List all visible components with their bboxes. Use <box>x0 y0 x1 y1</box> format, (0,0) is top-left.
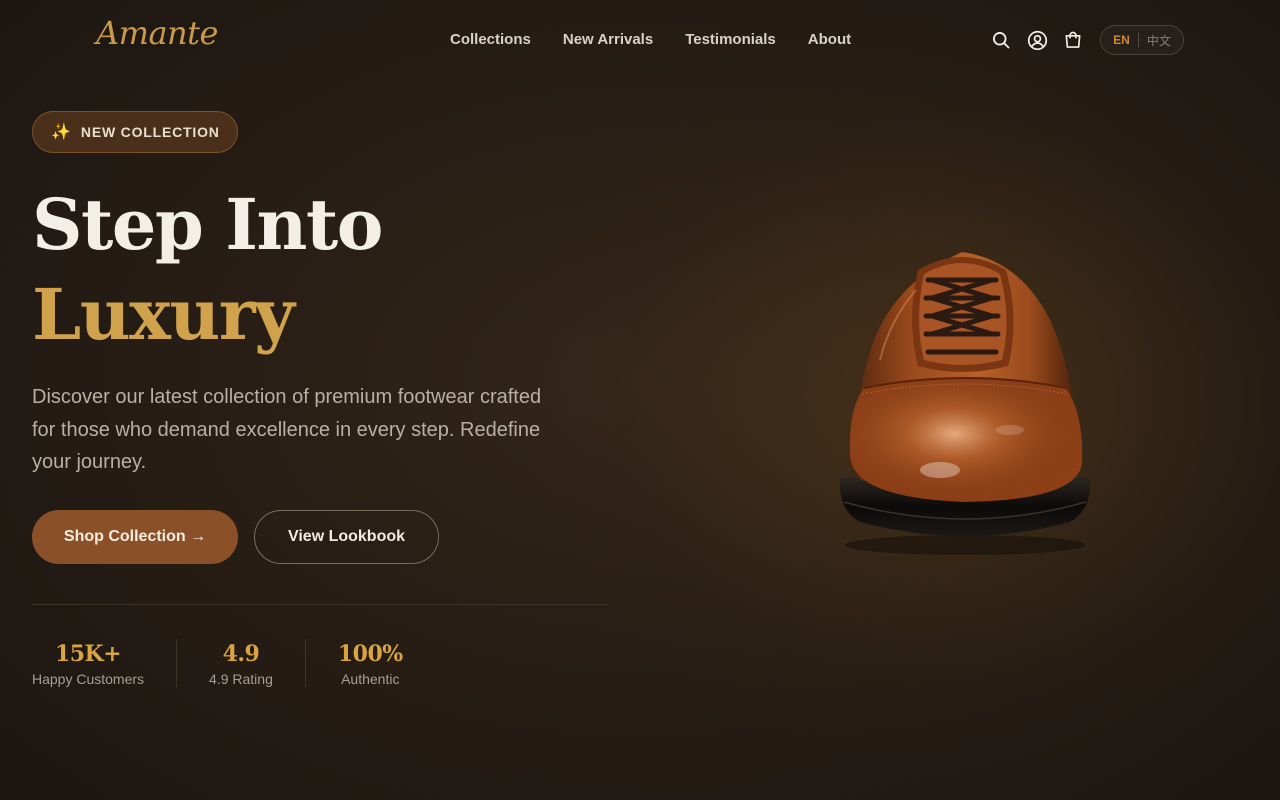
stat-label: Authentic <box>341 671 400 687</box>
lang-zh[interactable]: 中文 <box>1147 32 1171 49</box>
hero-title-line1: Step Into <box>32 183 383 266</box>
stats-row: 15K+ Happy Customers 4.9 4.9 Rating 100%… <box>32 639 403 688</box>
shop-collection-button[interactable]: Shop Collection → <box>32 510 238 564</box>
brand-logo[interactable]: Amante <box>96 14 218 52</box>
stat-rating: 4.9 4.9 Rating <box>209 639 273 688</box>
view-lookbook-button[interactable]: View Lookbook <box>254 510 439 564</box>
hero-shoe-image <box>820 240 1110 560</box>
stat-authentic: 100% Authentic <box>338 639 403 688</box>
stats-divider <box>32 604 608 605</box>
main-nav: Collections New Arrivals Testimonials Ab… <box>450 31 851 48</box>
stat-separator <box>304 639 306 687</box>
new-collection-badge: ✨ NEW COLLECTION <box>32 111 238 153</box>
user-icon[interactable] <box>1026 28 1048 52</box>
search-icon[interactable] <box>990 28 1012 52</box>
badge-label: NEW COLLECTION <box>80 124 220 140</box>
stat-label: 4.9 Rating <box>209 671 273 687</box>
lang-en[interactable]: EN <box>1113 33 1130 47</box>
sparkles-icon: ✨ <box>51 124 71 141</box>
stat-value: 4.9 <box>222 641 260 667</box>
stat-value: 100% <box>337 641 403 667</box>
lang-separator <box>1137 33 1139 47</box>
stat-value: 15K+ <box>54 641 122 667</box>
stat-label: Happy Customers <box>32 671 145 687</box>
nav-about[interactable]: About <box>808 31 851 48</box>
hero-description: Discover our latest collection of premiu… <box>32 386 542 473</box>
nav-collections[interactable]: Collections <box>450 31 531 48</box>
cart-icon[interactable] <box>1062 28 1084 52</box>
header-icons <box>990 28 1084 52</box>
stat-separator <box>176 639 178 687</box>
site-header: Amante Collections New Arrivals Testimon… <box>0 0 1280 80</box>
nav-testimonials[interactable]: Testimonials <box>685 31 776 48</box>
language-switcher: EN 中文 <box>1100 25 1184 55</box>
nav-new-arrivals[interactable]: New Arrivals <box>563 31 653 48</box>
hero-title-line2: Luxury <box>32 273 295 356</box>
stat-customers: 15K+ Happy Customers <box>32 639 144 688</box>
